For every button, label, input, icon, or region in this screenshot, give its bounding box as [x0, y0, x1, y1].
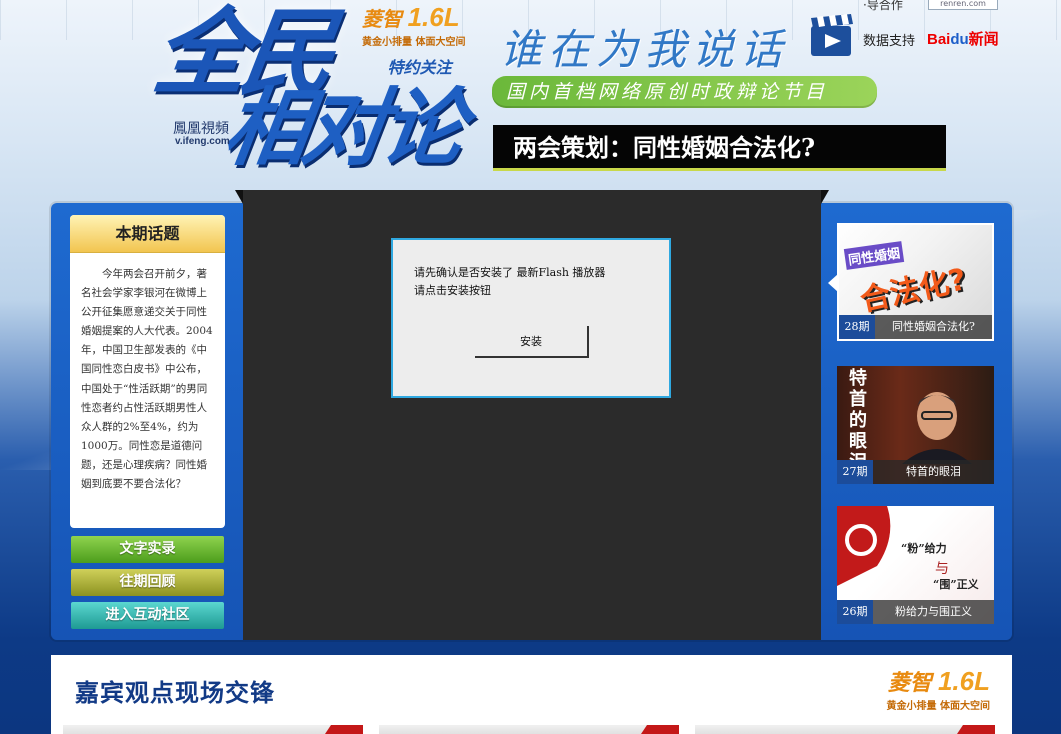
topic-card-heading: 本期话题: [70, 215, 225, 253]
episode-27-number: 27期: [837, 460, 873, 484]
guest-sponsor-brand: 菱智 1.6L: [887, 665, 990, 697]
episode-28-title: 同性婚姻合法化?: [892, 320, 975, 333]
guest-sponsor-banner[interactable]: 菱智 1.6L 黄金小排量 体面大空间: [887, 665, 990, 712]
baidu-text-b: 新闻: [968, 31, 999, 48]
top-right-text: ·导合作: [863, 0, 903, 12]
sponsor-brand-name: 菱智: [362, 9, 402, 31]
guest-card-3[interactable]: [695, 725, 995, 734]
community-button[interactable]: 进入互动社区: [71, 602, 224, 629]
guest-sponsor-slogan: 黄金小排量 体面大空间: [886, 701, 990, 712]
ifeng-logo-en: v.ifeng.com: [175, 136, 230, 147]
sponsor-brand-model: 1.6L: [407, 2, 460, 32]
sponsor-tag: 特约关注: [387, 58, 452, 77]
episode-26-art-shape: [837, 506, 891, 586]
episode-27-portrait: [902, 392, 972, 464]
episode-26[interactable]: “粉”给力 与 “围”正义 26期 粉给力与围正义: [837, 506, 994, 624]
data-support-label: 数据支持: [863, 34, 916, 49]
episode-26-title: 粉给力与围正义: [895, 605, 972, 618]
program-tagline: 国内首档网络原创时政辩论节目: [492, 76, 877, 108]
episode-28[interactable]: 同性婚姻 合法化? 28期 同性婚姻合法化?: [837, 223, 994, 341]
guest-card-2-corner: [639, 725, 679, 734]
transcript-button[interactable]: 文字实录: [71, 536, 224, 563]
flash-instruction: 请点击安装按钮: [414, 284, 491, 297]
flash-install-dialog: 请先确认是否安装了 最新Flash 播放器 请点击安装按钮 安装: [391, 238, 671, 398]
sponsor-banner[interactable]: 菱智 1.6L 黄金小排量 体面大空间 特约关注: [362, 2, 477, 77]
episode-26-art-b: 与: [935, 561, 949, 577]
guest-card-3-corner: [955, 725, 995, 734]
topic-banner: 两会策划：同性婚姻合法化?: [493, 125, 946, 171]
episode-27[interactable]: 特首的眼泪 27期 特首的眼泪: [837, 366, 994, 484]
slogan: 谁在为我说话: [500, 25, 789, 74]
episode-28-number: 28期: [839, 315, 875, 339]
episode-26-number: 26期: [837, 600, 873, 624]
guest-section-title: 嘉宾观点现场交锋: [75, 679, 275, 707]
baidu-news-logo[interactable]: Baidu新闻: [927, 28, 999, 49]
episode-26-art-c: “围”正义: [933, 578, 979, 591]
renren-badge[interactable]: renren.com: [928, 0, 998, 10]
guest-card-1[interactable]: [63, 725, 363, 734]
topic-card: 本期话题 今年两会召开前夕，著名社会学家李银河在微博上公开征集愿意递交关于同性婚…: [70, 215, 225, 528]
install-button[interactable]: 安装: [475, 326, 589, 358]
guest-section: 嘉宾观点现场交锋 菱智 1.6L 黄金小排量 体面大空间: [51, 655, 1012, 734]
clapperboard-icon: [811, 14, 853, 56]
archive-button[interactable]: 往期回顾: [71, 569, 224, 596]
ifeng-logo-cn: 鳳凰視頻: [173, 121, 229, 137]
baidu-paw-icon: du: [950, 31, 969, 48]
sponsor-brand: 菱智 1.6L: [362, 2, 477, 33]
episode-28-art-top: 同性婚姻: [843, 241, 905, 270]
logo-sub-text: 相对论: [218, 78, 467, 177]
sponsor-slogan: 黄金小排量 体面大空间: [362, 37, 466, 48]
flash-message: 请先确认是否安装了 最新Flash 播放器: [414, 266, 606, 279]
episode-26-art-a: “粉”给力: [901, 542, 947, 555]
guest-sponsor-brand-name: 菱智: [887, 670, 932, 695]
episode-28-caption: 28期 同性婚姻合法化?: [839, 315, 992, 339]
topic-card-body: 今年两会召开前夕，著名社会学家李银河在微博上公开征集愿意递交关于同性婚姻提案的人…: [81, 268, 213, 491]
episode-27-caption: 27期 特首的眼泪: [837, 460, 994, 484]
guest-card-2[interactable]: [379, 725, 679, 734]
episode-27-title: 特首的眼泪: [906, 465, 961, 478]
guest-card-1-corner: [323, 725, 363, 734]
baidu-text-a: Bai: [927, 31, 951, 48]
episode-27-art: 特首的眼泪: [849, 368, 867, 473]
guest-sponsor-brand-model: 1.6L: [937, 666, 990, 696]
episode-26-caption: 26期 粉给力与围正义: [837, 600, 994, 624]
